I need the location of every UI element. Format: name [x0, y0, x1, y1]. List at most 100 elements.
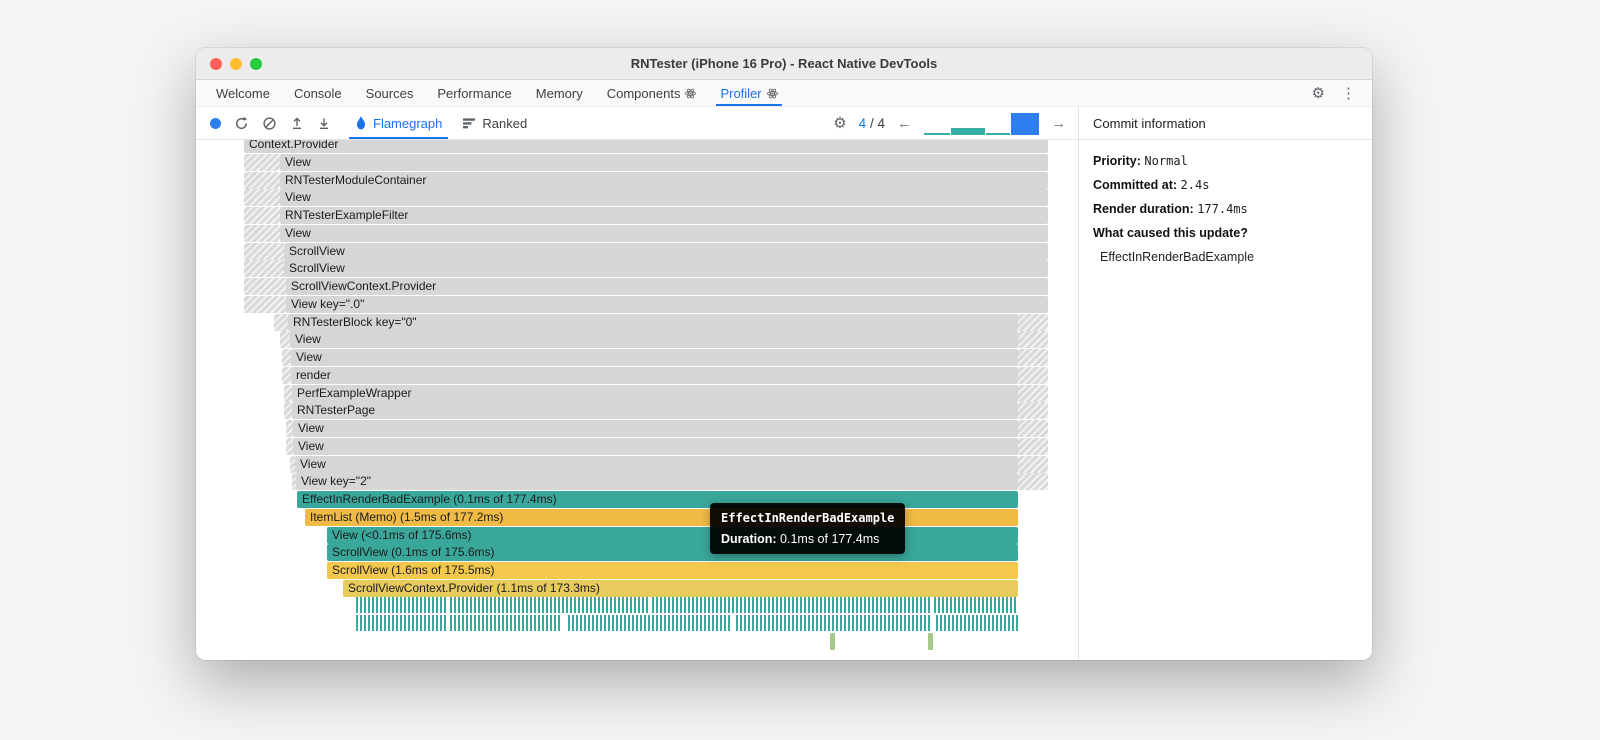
- record-button[interactable]: [210, 117, 221, 129]
- ranked-icon: [462, 116, 476, 130]
- settings-gear-icon[interactable]: ⚙: [1312, 86, 1325, 101]
- flame-bar-label: render: [296, 367, 331, 382]
- tab-profiler[interactable]: Profiler: [708, 80, 789, 106]
- flame-bar[interactable]: View: [280, 189, 1048, 207]
- flame-bar-label: ScrollView (1.6ms of 175.5ms): [332, 563, 495, 577]
- flame-hatch: [286, 437, 293, 455]
- download-profile-button[interactable]: [317, 116, 331, 130]
- flame-bar-label: View: [298, 421, 324, 435]
- flame-dense-strip[interactable]: [736, 615, 930, 631]
- react-atom-icon: [685, 88, 697, 99]
- flame-bar[interactable]: ScrollView (0.1ms of 175.6ms): [327, 544, 1018, 562]
- close-button[interactable]: [210, 58, 222, 70]
- flame-dense-strip[interactable]: [356, 615, 446, 631]
- tab-label: Console: [293, 85, 342, 101]
- flame-mini-bar[interactable]: [928, 633, 933, 650]
- flame-dense-strip[interactable]: [356, 597, 446, 613]
- flame-bar[interactable]: ScrollView: [284, 242, 1048, 260]
- priority-row: Priority: Normal: [1093, 154, 1358, 168]
- flame-bar-label: RNTesterExampleFilter: [285, 208, 409, 222]
- next-commit-button[interactable]: →: [1051, 116, 1066, 131]
- flame-bar[interactable]: Context.Provider: [244, 140, 1048, 153]
- commit-separator: /: [869, 115, 874, 131]
- flame-bar-label: View: [285, 225, 311, 240]
- tab-welcome[interactable]: Welcome: [204, 80, 282, 106]
- flame-bar[interactable]: RNTesterModuleContainer: [280, 171, 1048, 189]
- flame-hatch: [244, 260, 284, 278]
- tab-memory[interactable]: Memory: [524, 80, 595, 106]
- flame-bar-label: View (<0.1ms of 175.6ms): [332, 527, 472, 542]
- flame-hatch: [280, 331, 290, 349]
- flame-hatch: [244, 224, 280, 242]
- flame-bar[interactable]: ItemList (Memo) (1.5ms of 177.2ms): [305, 508, 1018, 526]
- flame-bar[interactable]: RNTesterBlock key="0": [288, 313, 1018, 331]
- tab-ranked[interactable]: Ranked: [452, 107, 537, 139]
- reload-and-profile-button[interactable]: [234, 116, 249, 131]
- prev-commit-button[interactable]: ←: [897, 116, 912, 131]
- flame-dense-strip[interactable]: [936, 615, 1018, 631]
- flame-bar[interactable]: ScrollViewContext.Provider: [286, 278, 1048, 295]
- tab-flamegraph[interactable]: Flamegraph: [345, 107, 452, 139]
- flame-bar[interactable]: View: [293, 420, 1018, 437]
- flame-bar[interactable]: PerfExampleWrapper: [292, 384, 1018, 402]
- tab-console[interactable]: Console: [282, 80, 354, 106]
- flame-bar[interactable]: View: [291, 349, 1018, 366]
- clear-profile-button[interactable]: [262, 116, 277, 131]
- flame-dense-strip[interactable]: [934, 597, 1018, 613]
- flame-bar-label: ScrollView: [289, 243, 345, 258]
- flame-dense-strip[interactable]: [652, 597, 930, 613]
- flame-hatch: [244, 242, 284, 260]
- flame-bar[interactable]: ScrollViewContext.Provider (1.1ms of 173…: [343, 579, 1018, 597]
- flame-hatch: [1018, 473, 1048, 491]
- flame-mini-bar[interactable]: [830, 633, 835, 650]
- render-duration-value: 177.4ms: [1197, 202, 1248, 216]
- flame-bar[interactable]: render: [291, 366, 1018, 384]
- tab-performance[interactable]: Performance: [425, 80, 523, 106]
- flame-hatch: [1018, 437, 1048, 455]
- flame-hatch: [282, 349, 291, 366]
- committed-at-label: Committed at:: [1093, 178, 1178, 192]
- kebab-menu-icon[interactable]: ⋮: [1341, 86, 1356, 101]
- tooltip-duration-value: 0.1ms of 177.4ms: [780, 532, 880, 546]
- flame-bar[interactable]: EffectInRenderBadExample (0.1ms of 177.4…: [297, 491, 1018, 508]
- flame-bar[interactable]: View: [290, 331, 1018, 349]
- flame-hatch: [1018, 455, 1048, 473]
- zoom-button[interactable]: [250, 58, 262, 70]
- flame-bar[interactable]: View: [295, 455, 1018, 473]
- flame-bar[interactable]: View (<0.1ms of 175.6ms): [327, 526, 1018, 544]
- profiler-settings-gear-icon[interactable]: ⚙: [833, 116, 846, 131]
- tab-components[interactable]: Components: [595, 80, 709, 106]
- flamegraph-canvas[interactable]: EffectInRenderBadExample Duration: 0.1ms…: [196, 140, 1078, 660]
- flame-bar[interactable]: RNTesterPage: [292, 402, 1018, 420]
- tooltip-duration-label: Duration:: [721, 532, 777, 546]
- flame-bar[interactable]: View key="2": [296, 473, 1018, 491]
- flame-dense-strip[interactable]: [450, 597, 648, 613]
- commit-selector-chart[interactable]: [924, 111, 1039, 135]
- flame-bar-label: Context.Provider: [249, 140, 339, 151]
- react-atom-icon: [766, 88, 778, 99]
- update-cause-item[interactable]: EffectInRenderBadExample: [1100, 250, 1358, 264]
- flame-bar-label: ScrollView: [289, 261, 345, 276]
- flame-bar[interactable]: View: [293, 437, 1018, 455]
- tab-sources[interactable]: Sources: [354, 80, 426, 106]
- flame-dense-strip[interactable]: [568, 615, 730, 631]
- priority-value: Normal: [1144, 154, 1188, 168]
- flame-bar[interactable]: View: [280, 153, 1048, 171]
- upload-profile-button[interactable]: [290, 116, 304, 130]
- flame-bar[interactable]: View key=".0": [286, 295, 1048, 313]
- flame-bar[interactable]: View: [280, 224, 1048, 242]
- commit-bar[interactable]: [986, 133, 1010, 135]
- flame-hatch: [1018, 420, 1048, 437]
- flame-hatch: [1018, 349, 1048, 366]
- flame-bar-label: ScrollView (0.1ms of 175.6ms): [332, 545, 495, 560]
- flame-bar[interactable]: RNTesterExampleFilter: [280, 207, 1048, 224]
- flame-bar[interactable]: ScrollView (1.6ms of 175.5ms): [327, 562, 1018, 579]
- flame-bar[interactable]: ScrollView: [284, 260, 1048, 278]
- flame-bar-label: PerfExampleWrapper: [297, 385, 412, 400]
- commit-bar[interactable]: [924, 133, 950, 135]
- commit-bar[interactable]: [951, 128, 985, 135]
- flamegraph-tab-label: Flamegraph: [373, 115, 443, 131]
- minimize-button[interactable]: [230, 58, 242, 70]
- flame-dense-strip[interactable]: [450, 615, 562, 631]
- commit-bar-selected[interactable]: [1011, 113, 1039, 135]
